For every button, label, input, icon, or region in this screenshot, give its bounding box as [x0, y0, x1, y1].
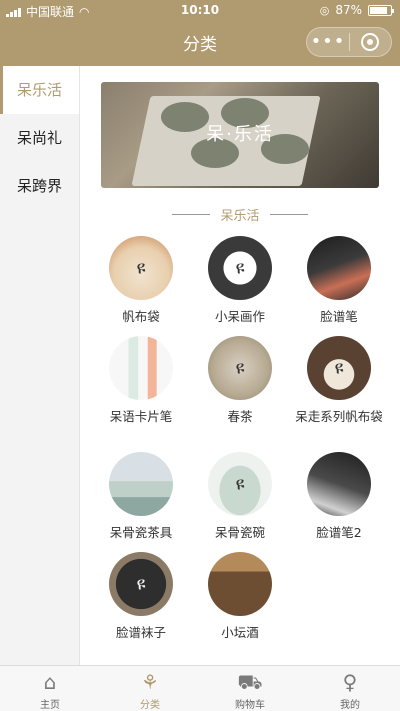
- product-item[interactable]: ዩ 呆走系列帆布袋: [291, 336, 387, 425]
- top-bar: 中国联通 ◠ 10:10 ◎ 87% 分类 •••: [0, 0, 400, 66]
- porcelain-bowl-thumb: ዩ: [208, 452, 272, 516]
- more-button[interactable]: •••: [307, 28, 349, 56]
- sidebar-item-lehuo[interactable]: 呆乐活: [0, 66, 79, 114]
- spring-tea-thumb: ዩ: [208, 336, 272, 400]
- logo-mark: ዩ: [136, 257, 146, 279]
- product-item[interactable]: ዩ 帆布袋: [93, 236, 189, 325]
- product-name: 呆语卡片笔: [109, 409, 173, 424]
- opera-pen-thumb: [307, 236, 371, 300]
- product-name: 帆布袋: [122, 309, 160, 324]
- logo-mark: ዩ: [136, 573, 146, 595]
- product-item[interactable]: 脸谱笔2: [291, 452, 387, 541]
- product-item[interactable]: ዩ 小呆画作: [192, 236, 288, 325]
- tea-set-thumb: [109, 452, 173, 516]
- category-banner[interactable]: 呆·乐活: [101, 82, 379, 188]
- tote-bag-thumb: ዩ: [109, 236, 173, 300]
- bottom-tab-bar: ⌂ 主页 ⚘ 分类 ⛟ 购物车 ♀ 我的: [0, 665, 400, 711]
- product-name: 呆骨瓷碗: [214, 525, 265, 540]
- product-name: 脸谱袜子: [115, 625, 166, 640]
- product-name: 呆走系列帆布袋: [295, 409, 383, 424]
- home-icon: ⌂: [43, 670, 57, 694]
- tab-home[interactable]: ⌂ 主页: [0, 666, 100, 711]
- battery-fill: [370, 6, 387, 14]
- product-name: 呆骨瓷茶具: [109, 525, 173, 540]
- product-item[interactable]: 小坛酒: [192, 552, 288, 641]
- banner-title: 呆·乐活: [206, 124, 274, 145]
- section-title: 呆乐活: [220, 208, 260, 224]
- divider-line: [269, 213, 308, 215]
- product-item[interactable]: ዩ 脸谱袜子: [93, 552, 189, 641]
- divider-line: [172, 213, 211, 215]
- battery-percent: 87%: [335, 3, 362, 17]
- painting-thumb: ዩ: [208, 236, 272, 300]
- profile-icon: ♀: [342, 670, 358, 694]
- card-pen-thumb: [109, 336, 173, 400]
- product-item[interactable]: 呆骨瓷茶具: [93, 452, 189, 541]
- logo-mark: ዩ: [235, 357, 245, 379]
- canvas-bag-thumb: ዩ: [307, 336, 371, 400]
- logo-mark: ዩ: [235, 473, 245, 495]
- close-mini-program-button[interactable]: [350, 33, 391, 51]
- product-name: 小坛酒: [221, 625, 259, 640]
- product-item[interactable]: 呆语卡片笔: [93, 336, 189, 425]
- tab-category[interactable]: ⚘ 分类: [100, 666, 200, 711]
- sidebar-item-shangli[interactable]: 呆尚礼: [0, 114, 79, 162]
- category-content: 呆·乐活 呆乐活 ዩ 帆布袋 ዩ 小呆画作 脸谱笔 呆语卡片笔 ዩ 春茶 ዩ 呆…: [80, 66, 400, 665]
- section-header: 呆乐活: [101, 204, 379, 224]
- tab-cart[interactable]: ⛟ 购物车: [200, 666, 300, 711]
- tab-label: 分类: [140, 700, 160, 711]
- product-item[interactable]: ዩ 呆骨瓷碗: [192, 452, 288, 541]
- tab-label: 主页: [40, 700, 60, 711]
- tab-profile[interactable]: ♀ 我的: [300, 666, 400, 711]
- target-icon: [361, 33, 380, 51]
- tab-label: 购物车: [235, 700, 265, 711]
- logo-mark: ዩ: [334, 357, 344, 379]
- product-name: 脸谱笔2: [316, 525, 362, 540]
- battery-icon: [368, 4, 394, 16]
- jar-wine-thumb: [208, 552, 272, 616]
- product-item[interactable]: ዩ 春茶: [192, 336, 288, 425]
- location-icon: ◎: [319, 3, 330, 17]
- product-name: 脸谱笔: [320, 309, 358, 324]
- logo-mark: ዩ: [235, 257, 245, 279]
- status-right: ◎ 87%: [319, 3, 394, 17]
- tab-label: 我的: [340, 700, 360, 711]
- category-icon: ⚘: [141, 670, 159, 694]
- category-sidebar: 呆乐活 呆尚礼 呆跨界: [0, 66, 80, 665]
- cart-icon: ⛟: [237, 670, 263, 694]
- product-name: 春茶: [227, 409, 253, 424]
- mini-program-capsule: •••: [306, 27, 392, 57]
- product-name: 小呆画作: [214, 309, 265, 324]
- status-bar: 中国联通 ◠ 10:10 ◎ 87%: [0, 0, 400, 22]
- opera-socks-thumb: ዩ: [109, 552, 173, 616]
- product-item[interactable]: 脸谱笔: [291, 236, 387, 325]
- sidebar-item-kuajie[interactable]: 呆跨界: [0, 162, 79, 210]
- opera-pen-2-thumb: [307, 452, 371, 516]
